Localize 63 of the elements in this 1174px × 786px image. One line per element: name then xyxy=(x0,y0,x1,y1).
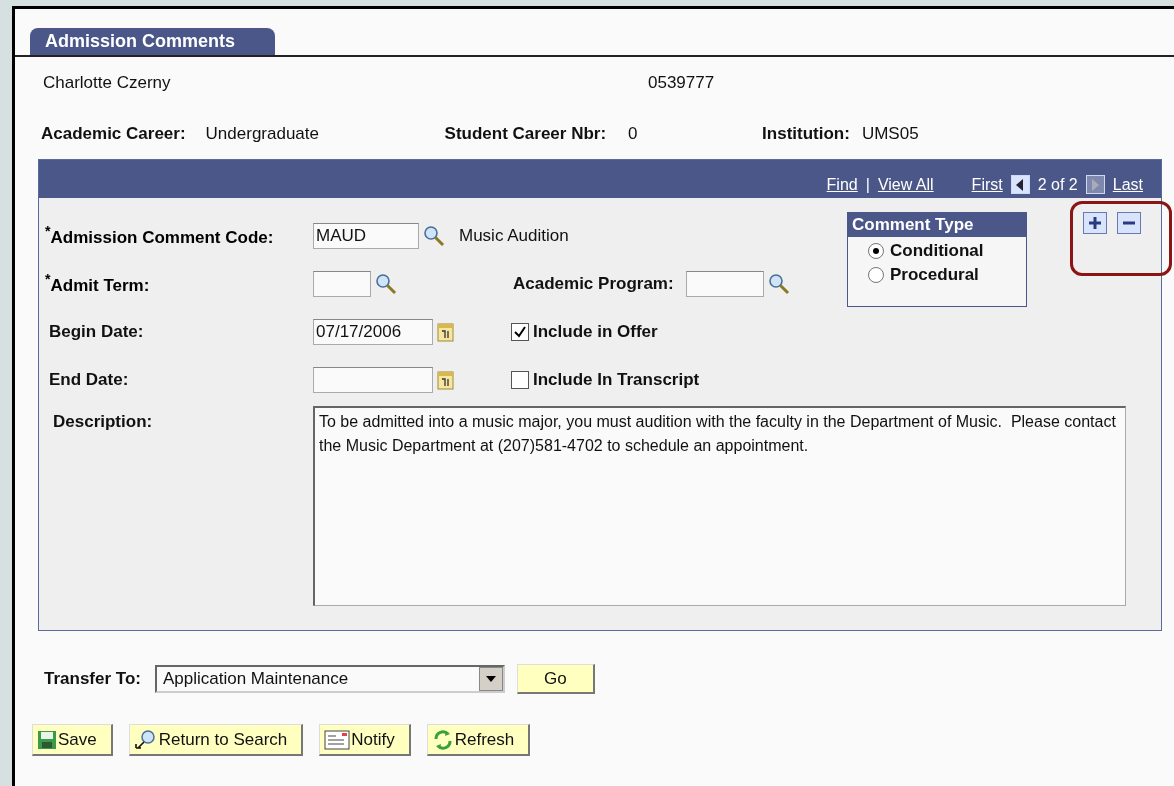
checkbox-label: Include in Offer xyxy=(533,322,658,342)
field-label: Transfer To: xyxy=(44,669,141,689)
field-label: Academic Program: xyxy=(513,274,674,294)
field-value: 0 xyxy=(628,124,639,144)
radio-label: Conditional xyxy=(890,241,984,261)
next-button[interactable] xyxy=(1085,175,1105,194)
radio-button[interactable] xyxy=(868,243,884,259)
field-label: Student Career Nbr: xyxy=(444,124,607,144)
checkbox[interactable] xyxy=(511,371,529,389)
checkbox-label: Include In Transcript xyxy=(533,370,700,390)
description-field[interactable]: To be admitted into a music major, you must audition with the faculty in the Department of Music. Please contact the Music Department at (207)581-4702 to schedule an appointment. xyxy=(313,406,1126,606)
lookup-button[interactable] xyxy=(423,225,445,247)
search-return-icon xyxy=(133,728,158,751)
admit-term-field[interactable] xyxy=(313,271,371,297)
field-value: Undergraduate xyxy=(205,124,320,144)
link-separator: | xyxy=(865,176,870,194)
search-icon xyxy=(767,273,790,295)
field-label: $^{*}$Admit Term: xyxy=(45,276,150,296)
search-button[interactable]: Return to Search xyxy=(128,724,304,756)
lookup-button[interactable] xyxy=(375,273,397,295)
checkbox[interactable] xyxy=(511,323,529,341)
calendar-button[interactable] xyxy=(437,369,455,391)
first-link[interactable]: First xyxy=(971,176,1003,194)
field-label: Academic Career: xyxy=(41,124,186,144)
right-arrow-icon xyxy=(1091,178,1100,191)
field-label: $^{*}$Admission Comment Code: xyxy=(45,228,274,248)
comment-code-field[interactable]: MAUD xyxy=(313,223,419,249)
page-tab[interactable]: Admission Comments xyxy=(30,28,275,55)
search-icon xyxy=(375,273,397,295)
field-value: UMS05 xyxy=(861,124,919,144)
field-label: Begin Date: xyxy=(49,322,144,341)
end-date-field[interactable] xyxy=(313,367,433,393)
find-link[interactable]: Find xyxy=(826,176,858,194)
field-label: End Date: xyxy=(49,370,129,389)
go-button[interactable]: Go xyxy=(517,664,595,694)
previous-button[interactable] xyxy=(1010,175,1030,194)
group-title: Comment Type xyxy=(848,213,1026,237)
left-arrow-icon xyxy=(1016,178,1025,191)
page-position: 2 of 2 xyxy=(1037,176,1078,194)
transfer-dropdown[interactable]: Application Maintenance xyxy=(155,665,505,693)
student-name: Charlotte Czerny xyxy=(43,73,172,93)
field-label: Description: xyxy=(53,412,153,431)
search-icon xyxy=(423,225,445,247)
delete-row-button[interactable] xyxy=(1117,212,1141,234)
add-row-button[interactable] xyxy=(1083,212,1107,234)
calendar-icon xyxy=(437,369,455,391)
begin-date-field[interactable]: 07/17/2006 xyxy=(313,319,433,345)
student-id: 0539777 xyxy=(648,73,715,93)
envelope-icon xyxy=(324,729,351,750)
academic-program-field[interactable] xyxy=(685,271,764,297)
plus-icon xyxy=(1088,216,1102,230)
view-all-link[interactable]: View All xyxy=(877,176,934,194)
save-button[interactable]: Save xyxy=(32,724,113,756)
refresh-button[interactable]: Refresh xyxy=(426,724,531,756)
radio-label: Procedural xyxy=(890,265,979,285)
code-description: Music Audition xyxy=(459,226,569,246)
last-link[interactable]: Last xyxy=(1112,176,1143,194)
radio-button[interactable] xyxy=(868,267,884,283)
lookup-button[interactable] xyxy=(767,273,790,295)
calendar-button[interactable] xyxy=(437,321,455,343)
field-label: Institution: xyxy=(762,124,850,144)
calendar-icon xyxy=(437,321,455,343)
notify-button[interactable]: Notify xyxy=(319,724,411,756)
